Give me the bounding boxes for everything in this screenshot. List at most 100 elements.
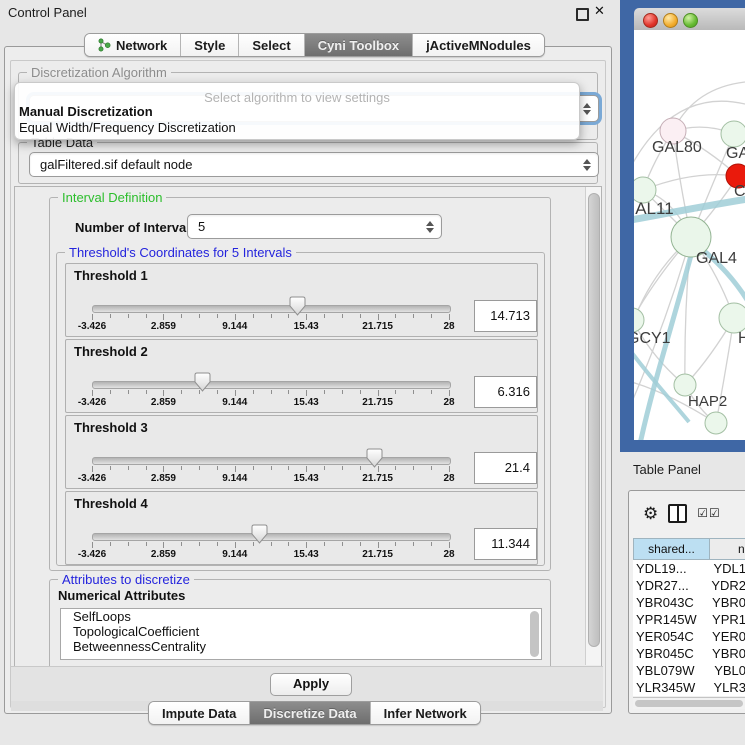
column-layout-icon[interactable] — [668, 504, 687, 523]
gear-icon[interactable]: ⚙ — [643, 505, 658, 522]
tab-infer-network[interactable]: Infer Network — [371, 702, 480, 724]
tab-network[interactable]: Network — [85, 34, 181, 56]
tab-style[interactable]: Style — [181, 34, 239, 56]
slider-track[interactable] — [92, 305, 451, 313]
table-row[interactable]: YLR345WYLR3 — [633, 679, 745, 696]
tick-mark — [324, 466, 325, 470]
tab-cyni-toolbox[interactable]: Cyni Toolbox — [305, 34, 413, 56]
table-data-combobox[interactable]: galFiltered.sif default node — [29, 152, 599, 177]
attribute-list-item[interactable]: BetweennessCentrality — [61, 639, 541, 654]
table-row[interactable]: YDR27...YDR2 — [633, 577, 745, 594]
apply-button[interactable]: Apply — [270, 673, 352, 696]
column-header-name[interactable]: na — [710, 538, 745, 560]
number-of-intervals-combobox[interactable]: 5 — [187, 214, 442, 239]
tick-mark — [199, 314, 200, 318]
table-row[interactable]: YBL079WYBL0 — [633, 662, 745, 679]
tick-label: 9.144 — [222, 549, 247, 560]
table-row[interactable]: YPR145WYPR1 — [633, 611, 745, 628]
slider-track[interactable] — [92, 381, 451, 389]
interval-definition-label: Interval Definition — [58, 190, 166, 205]
tab-label: Impute Data — [162, 706, 236, 721]
horizontal-scrollbar[interactable] — [633, 697, 745, 709]
tab-jactivemnodules[interactable]: jActiveMNodules — [413, 34, 544, 56]
popup-item-equal-width-frequency[interactable]: Equal Width/Frequency Discretization — [19, 120, 236, 135]
minimize-traffic-light-icon[interactable] — [663, 13, 678, 28]
tick-mark — [235, 466, 236, 472]
network-node[interactable] — [721, 121, 745, 147]
network-view-window[interactable]: GAL80GACGAL11GAL4GCY1HHAP2 — [620, 0, 745, 452]
select-columns-icon[interactable]: ☑☑ — [697, 506, 721, 520]
network-node[interactable] — [634, 308, 644, 332]
table-row[interactable]: YBR045CYBR0 — [633, 645, 745, 662]
table-row[interactable]: YER054CYER0 — [633, 628, 745, 645]
tick-mark — [306, 314, 307, 320]
tab-select[interactable]: Select — [239, 34, 304, 56]
tick-mark — [431, 466, 432, 470]
popup-item-manual-discretization[interactable]: Manual Discretization — [19, 104, 153, 119]
threshold-label: Threshold 1 — [74, 268, 148, 283]
zoom-traffic-light-icon[interactable] — [683, 13, 698, 28]
node-label: GA — [726, 145, 745, 162]
tick-label: 2.859 — [151, 397, 176, 408]
table-panel: ⚙ ☑☑ shared... na YDL19...YDL1YDR27...YD… — [628, 490, 745, 714]
table-row[interactable]: YDL19...YDL1 — [633, 560, 745, 577]
tick-mark — [128, 390, 129, 394]
attribute-list-item[interactable]: SelfLoops — [61, 609, 541, 624]
list-scrollbar[interactable] — [530, 611, 539, 657]
tick-mark — [217, 466, 218, 470]
threshold-label: Threshold 4 — [74, 496, 148, 511]
tick-mark — [324, 542, 325, 546]
close-traffic-light-icon[interactable] — [643, 13, 658, 28]
vertical-scrollbar[interactable] — [585, 187, 601, 665]
network-edge[interactable] — [643, 175, 738, 190]
tab-impute-data[interactable]: Impute Data — [149, 702, 250, 724]
tick-mark — [342, 466, 343, 470]
slider-thumb[interactable] — [366, 448, 383, 468]
slider-track[interactable] — [92, 533, 451, 541]
tick-mark — [253, 466, 254, 470]
tab-label: Network — [116, 38, 167, 53]
tick-mark — [235, 314, 236, 320]
network-node[interactable] — [719, 303, 745, 333]
tick-mark — [110, 466, 111, 470]
table-row[interactable]: YBR043CYBR0 — [633, 594, 745, 611]
float-window-icon[interactable] — [576, 8, 589, 21]
numerical-attributes-list[interactable]: SelfLoopsTopologicalCoefficientBetweenne… — [60, 608, 542, 660]
threshold-value-field[interactable]: 11.344 — [474, 528, 537, 560]
network-canvas[interactable]: GAL80GACGAL11GAL4GCY1HHAP2 — [634, 30, 745, 440]
scrollbar-thumb[interactable] — [588, 193, 600, 647]
cell-shared-name: YBR045C — [633, 645, 704, 662]
tick-label: -3.426 — [78, 397, 106, 408]
scrollbar-thumb[interactable] — [635, 700, 743, 707]
tick-mark — [413, 466, 414, 470]
tick-mark — [378, 542, 379, 548]
slider-thumb[interactable] — [289, 296, 306, 316]
panel-title: Control Panel — [8, 5, 87, 20]
node-label: C — [734, 183, 745, 200]
tab-label: Cyni Toolbox — [318, 38, 399, 53]
network-node[interactable] — [705, 412, 727, 434]
table-rows: YDL19...YDL1YDR27...YDR2YBR043CYBR0YPR14… — [633, 560, 745, 696]
threshold-value-field[interactable]: 6.316 — [474, 376, 537, 408]
column-header-shared-name[interactable]: shared... — [633, 538, 710, 560]
slider-thumb[interactable] — [194, 372, 211, 392]
tab-discretize-data[interactable]: Discretize Data — [250, 702, 370, 724]
tick-mark — [360, 314, 361, 318]
control-panel: Control Panel ✕ Network StyleSelect Cyni T… — [0, 0, 620, 745]
cell-name: YDL1 — [705, 560, 745, 577]
tick-mark — [92, 542, 93, 548]
tick-label: 21.715 — [362, 397, 393, 408]
attribute-list-item[interactable]: TopologicalCoefficient — [61, 624, 541, 639]
tick-mark — [342, 542, 343, 546]
slider-thumb[interactable] — [251, 524, 268, 544]
tick-mark — [271, 390, 272, 394]
tick-mark — [324, 390, 325, 394]
network-window-titlebar[interactable] — [634, 8, 745, 31]
node-label: H — [738, 330, 745, 347]
close-icon[interactable]: ✕ — [594, 3, 605, 19]
threshold-value-field[interactable]: 21.4 — [474, 452, 537, 484]
discretization-algorithm-label: Discretization Algorithm — [27, 65, 171, 80]
tick-mark — [199, 390, 200, 394]
threshold-value-field[interactable]: 14.713 — [474, 300, 537, 332]
slider-track[interactable] — [92, 457, 451, 465]
